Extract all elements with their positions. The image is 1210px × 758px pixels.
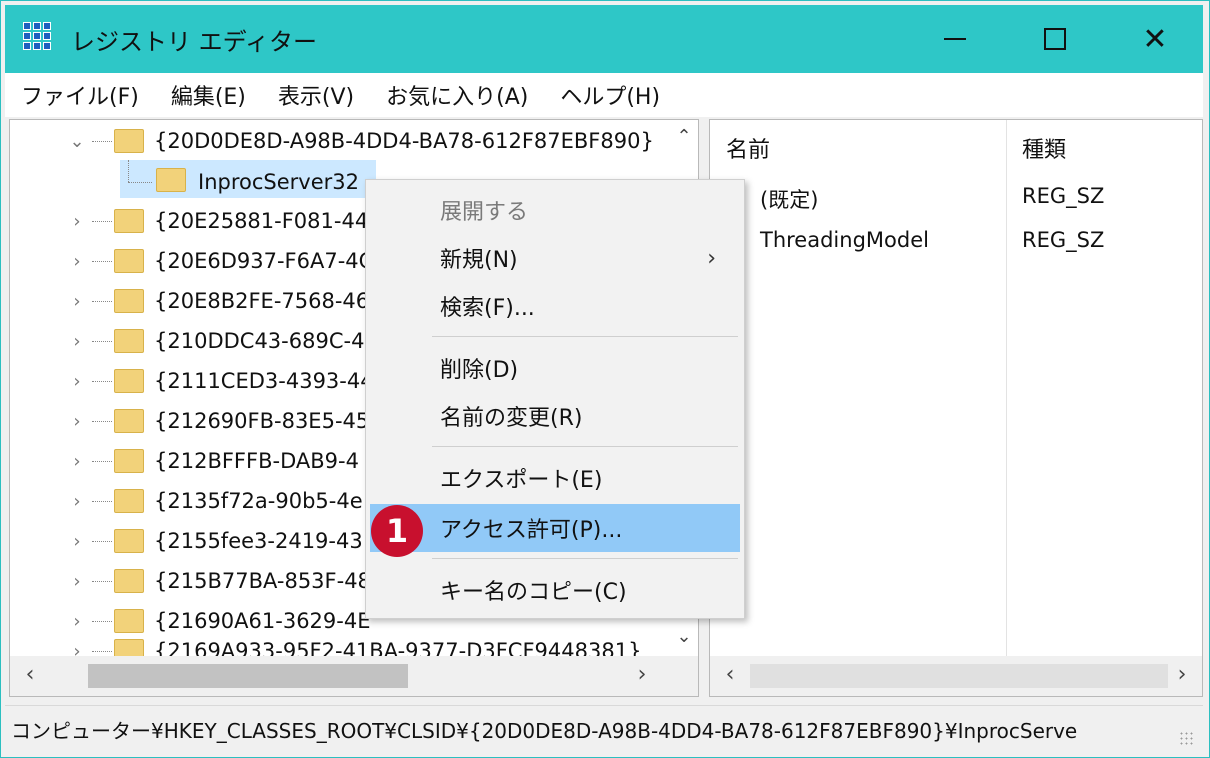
menu-view[interactable]: 表示(V) xyxy=(278,79,354,111)
menu-item-copy-key-name[interactable]: キー名のコピー(C) xyxy=(370,566,740,614)
scroll-up-icon[interactable]: ⌃ xyxy=(670,126,698,154)
tree-item-label: {2155fee3-2419-43 xyxy=(154,529,363,553)
folder-icon xyxy=(114,129,144,153)
chevron-right-icon[interactable]: › xyxy=(68,451,86,472)
tree-item-label: {20E25881-F081-44 xyxy=(154,209,369,233)
tree-item-label: {210DDC43-689C-4 xyxy=(154,329,365,353)
value-row[interactable]: ThreadingModel REG_SZ xyxy=(710,222,1180,262)
window-title: レジストリ エディター xyxy=(71,27,317,56)
chevron-right-icon[interactable]: › xyxy=(68,251,86,272)
menu-separator xyxy=(432,336,738,337)
context-menu: 展開する 新規(N) › 検索(F)... 削除(D) 名前の変更(R) エクス… xyxy=(365,179,745,619)
folder-icon xyxy=(156,168,186,192)
tree-horizontal-scrollbar[interactable]: ‹ › xyxy=(10,656,698,696)
status-bar: コンピューター¥HKEY_CLASSES_ROOT¥CLSID¥{20D0DE8… xyxy=(5,705,1203,753)
chevron-right-icon[interactable]: › xyxy=(68,411,86,432)
chevron-right-icon: › xyxy=(707,245,716,271)
registry-editor-icon xyxy=(23,22,57,56)
chevron-right-icon[interactable]: › xyxy=(68,291,86,312)
scroll-left-icon[interactable]: ‹ xyxy=(716,662,744,687)
tree-item-label: {20D0DE8D-A98B-4DD4-BA78-612F87EBF890} xyxy=(154,129,654,153)
menu-item-label: 新規(N) xyxy=(440,248,518,273)
tree-item-label: {21690A61-3629-4E xyxy=(154,609,371,633)
menu-separator xyxy=(432,446,738,447)
tree-item-label: {20E6D937-F6A7-4C xyxy=(154,249,374,273)
scroll-thumb[interactable] xyxy=(88,664,408,688)
menu-help[interactable]: ヘルプ(H) xyxy=(560,79,660,111)
status-path: コンピューター¥HKEY_CLASSES_ROOT¥CLSID¥{20D0DE8… xyxy=(11,719,1078,743)
value-name: (既定) xyxy=(760,188,819,212)
step-badge: 1 xyxy=(371,505,423,557)
values-pane[interactable]: 名前 種類 (既定) REG_SZ ThreadingModel REG_SZ … xyxy=(709,119,1203,697)
folder-icon xyxy=(114,489,144,513)
value-type: REG_SZ xyxy=(1022,184,1105,208)
maximize-button[interactable] xyxy=(1005,5,1105,73)
folder-icon xyxy=(114,529,144,553)
chevron-right-icon[interactable]: › xyxy=(68,491,86,512)
folder-icon xyxy=(114,609,144,633)
menu-item-find[interactable]: 検索(F)... xyxy=(370,282,740,330)
close-button[interactable]: ✕ xyxy=(1105,5,1205,73)
chevron-right-icon[interactable]: › xyxy=(68,571,86,592)
registry-editor-window: レジストリ エディター ✕ ファイル(F) 編集(E) 表示(V) お気に入り(… xyxy=(0,0,1210,758)
tree-item-label: InprocServer32 xyxy=(198,170,359,194)
menu-item-label: キー名のコピー(C) xyxy=(440,580,627,605)
tree-item-label: {2111CED3-4393-44 xyxy=(154,369,374,393)
menu-bar: ファイル(F) 編集(E) 表示(V) お気に入り(A) ヘルプ(H) xyxy=(5,73,1203,117)
chevron-right-icon[interactable]: › xyxy=(68,371,86,392)
menu-item-export[interactable]: エクスポート(E) xyxy=(370,454,740,502)
menu-item-rename[interactable]: 名前の変更(R) xyxy=(370,392,740,440)
menu-item-label: アクセス許可(P)... xyxy=(440,518,623,543)
menu-item-label: エクスポート(E) xyxy=(440,468,603,493)
value-row[interactable]: (既定) REG_SZ xyxy=(710,178,1180,218)
values-horizontal-scrollbar[interactable]: ‹ › xyxy=(710,656,1202,696)
chevron-right-icon[interactable]: › xyxy=(68,611,86,632)
menu-item-label: 展開する xyxy=(440,200,529,225)
chevron-right-icon[interactable]: › xyxy=(68,331,86,352)
maximize-icon xyxy=(1044,28,1066,50)
folder-icon xyxy=(114,449,144,473)
value-name: ThreadingModel xyxy=(760,228,929,252)
menu-edit[interactable]: 編集(E) xyxy=(171,79,246,111)
scroll-left-icon[interactable]: ‹ xyxy=(16,662,44,687)
folder-icon xyxy=(114,209,144,233)
minimize-button[interactable] xyxy=(905,5,1005,73)
chevron-down-icon[interactable]: ⌄ xyxy=(68,131,86,152)
column-header-name[interactable]: 名前 xyxy=(726,132,770,164)
scroll-down-icon[interactable]: ⌄ xyxy=(670,626,698,654)
menu-favorites[interactable]: お気に入り(A) xyxy=(386,79,528,111)
menu-item-label: 削除(D) xyxy=(440,358,519,383)
chevron-right-icon[interactable]: › xyxy=(68,531,86,552)
title-bar[interactable]: レジストリ エディター ✕ xyxy=(5,5,1203,73)
folder-icon xyxy=(114,329,144,353)
minimize-icon xyxy=(944,38,966,40)
folder-icon xyxy=(114,569,144,593)
menu-item-permissions[interactable]: アクセス許可(P)... xyxy=(370,504,740,552)
value-type: REG_SZ xyxy=(1022,228,1105,252)
tree-item-label: {212BFFFB-DAB9-4 xyxy=(154,449,359,473)
folder-icon xyxy=(114,409,144,433)
tree-item-label: {2135f72a-90b5-4e xyxy=(154,489,363,513)
folder-icon xyxy=(114,289,144,313)
tree-item-expanded[interactable]: ⌄ {20D0DE8D-A98B-4DD4-BA78-612F87EBF890} xyxy=(10,122,670,160)
column-header-type[interactable]: 種類 xyxy=(1022,132,1066,164)
scroll-thumb[interactable] xyxy=(750,664,1168,688)
tree-item-label: {20E8B2FE-7568-46 xyxy=(154,289,370,313)
tree-item-label: {212690FB-83E5-45 xyxy=(154,409,370,433)
menu-item-label: 検索(F)... xyxy=(440,296,535,321)
scroll-right-icon[interactable]: › xyxy=(1168,662,1196,687)
folder-icon xyxy=(114,369,144,393)
scroll-right-icon[interactable]: › xyxy=(628,662,656,687)
menu-item-expand[interactable]: 展開する xyxy=(370,186,740,234)
menu-item-delete[interactable]: 削除(D) xyxy=(370,344,740,392)
folder-icon xyxy=(114,249,144,273)
close-icon: ✕ xyxy=(1142,21,1168,57)
menu-separator xyxy=(432,558,738,559)
resize-grip-icon[interactable] xyxy=(1179,731,1195,747)
menu-item-new[interactable]: 新規(N) › xyxy=(370,234,740,282)
menu-file[interactable]: ファイル(F) xyxy=(21,79,139,111)
menu-item-label: 名前の変更(R) xyxy=(440,406,583,431)
tree-item-label: {215B77BA-853F-48 xyxy=(154,569,371,593)
chevron-right-icon[interactable]: › xyxy=(68,211,86,232)
